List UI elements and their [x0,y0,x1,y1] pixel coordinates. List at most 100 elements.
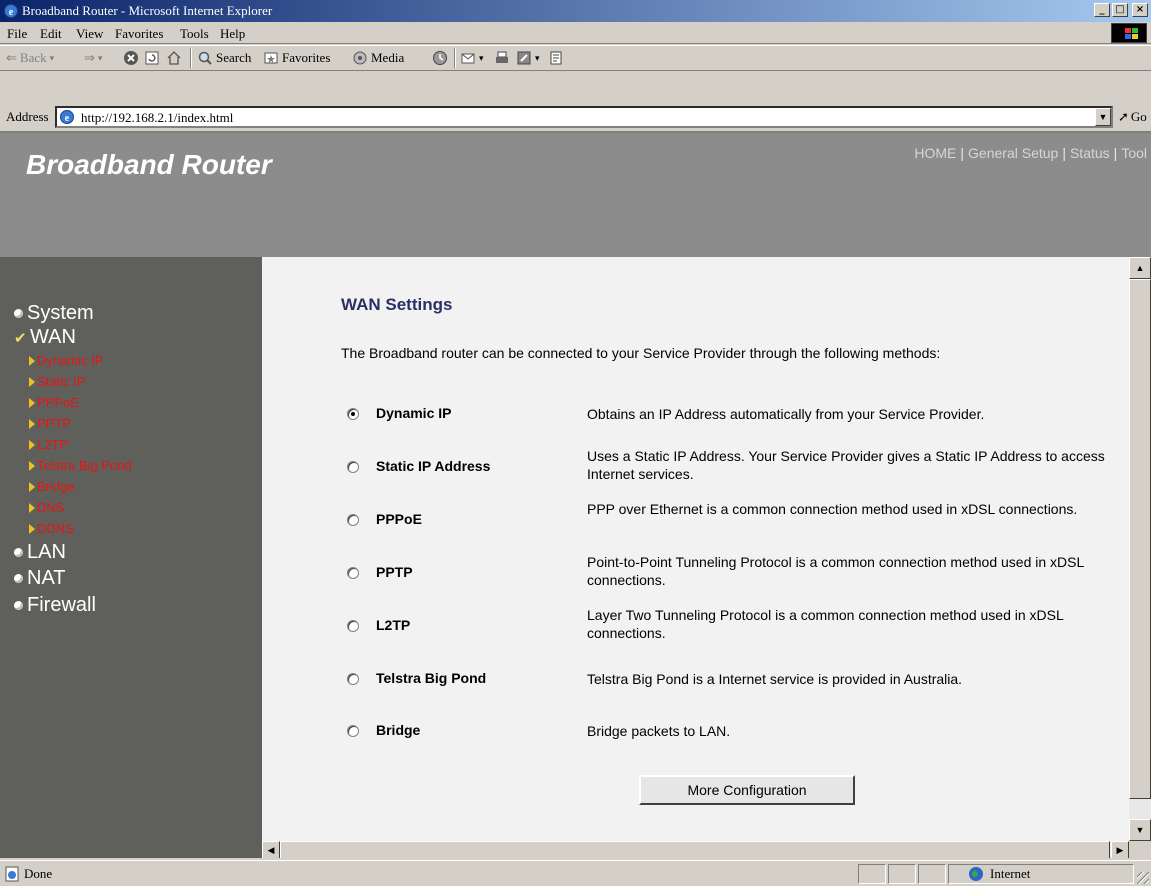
minimize-button[interactable]: _ [1094,3,1110,17]
sidebar-sub-ddns[interactable]: DDNS [29,521,74,536]
sidebar-sub-label: PPPoE [37,395,79,410]
option-description: Obtains an IP Address automatically from… [587,406,985,422]
forward-button[interactable]: ⇒ ▾ [84,50,102,66]
nav-home[interactable]: HOME [914,145,956,161]
address-url: http://192.168.2.1/index.html [81,110,234,125]
sidebar-item-label: Firewall [27,594,96,616]
sidebar-sub-static-ip[interactable]: Static IP [29,374,85,389]
option-description: Layer Two Tunneling Protocol is a common… [587,607,1064,641]
sidebar-sub-label: Bridge [37,479,75,494]
scroll-left-button[interactable]: ◀ [262,841,280,858]
radio-dynamic-ip[interactable] [347,408,359,420]
sidebar-item-wan[interactable]: ✔ WAN [14,326,76,349]
home-button[interactable] [166,50,182,66]
menu-edit[interactable]: Edit [40,26,62,42]
vertical-scrollbar[interactable]: ▲ ▼ [1129,257,1151,841]
radio-pptp[interactable] [347,567,359,579]
radio-pppoe[interactable] [347,514,359,526]
favorites-label: Favorites [282,50,331,65]
sidebar-sub-bridge[interactable]: Bridge [29,479,75,494]
arrow-right-icon [29,355,35,366]
go-button[interactable]: ➚ Go [1118,109,1147,125]
discuss-button[interactable] [548,50,564,66]
history-icon [433,51,447,65]
address-dropdown-button[interactable]: ▼ [1095,108,1111,126]
menu-bar: File Edit View Favorites Tools Help [0,22,1151,44]
menu-favorites[interactable]: Favorites [115,26,163,42]
radio-static-ip[interactable] [347,461,359,473]
horizontal-scroll-thumb[interactable] [280,841,1110,858]
sidebar-item-lan[interactable]: LAN [14,541,66,564]
status-panel [858,864,886,884]
menu-help[interactable]: Help [220,26,245,42]
option-description: Bridge packets to LAN. [587,723,731,739]
sidebar-item-firewall[interactable]: Firewall [14,594,96,617]
page-icon: e [60,110,74,124]
sidebar-sub-pptp[interactable]: PPTP [29,416,71,431]
stop-button[interactable] [123,50,139,66]
print-button[interactable] [494,50,510,66]
home-icon [167,51,181,65]
resize-grip[interactable] [1137,872,1149,884]
option-name: PPPoE [376,511,422,527]
security-zone: Internet [968,866,1030,882]
horizontal-scrollbar[interactable]: ◀ ▶ [262,841,1129,858]
radio-bridge[interactable] [347,725,359,737]
media-button[interactable]: Media [352,50,404,66]
scroll-up-button[interactable]: ▲ [1129,257,1151,279]
menu-file[interactable]: File [7,26,27,42]
history-button[interactable] [432,50,448,66]
back-button[interactable]: ⇐ Back ▾ [6,50,54,66]
refresh-icon [145,51,159,65]
favorites-button[interactable]: Favorites [263,50,330,66]
option-name: L2TP [376,617,411,633]
sidebar-item-nat[interactable]: NAT [14,567,66,590]
go-label: Go [1130,109,1147,124]
back-label: Back [19,50,47,65]
status-bar: Done Internet [0,860,1151,886]
menu-view[interactable]: View [76,26,103,42]
edit-button[interactable]: ▾ [516,50,540,66]
sidebar-item-system[interactable]: System [14,302,94,325]
sidebar-sub-pppoe[interactable]: PPPoE [29,395,79,410]
sidebar-sub-telstra-big-pond[interactable]: Telstra Big Pond [29,458,132,473]
bullet-icon [14,309,23,318]
router-header: Broadband Router HOME | General Setup | Stat… [0,133,1151,257]
search-button[interactable]: Search [197,50,251,66]
scroll-right-button[interactable]: ▶ [1111,841,1129,858]
arrow-right-icon [29,418,35,429]
favorites-icon [264,52,278,64]
option-name: Static IP Address [376,458,491,474]
nav-tool[interactable]: Tool [1121,145,1147,161]
address-label: Address [6,109,49,124]
address-input[interactable]: e http://192.168.2.1/index.html [55,106,1113,128]
svg-text:e: e [9,7,14,18]
vertical-scroll-thumb[interactable] [1129,279,1151,799]
refresh-button[interactable] [144,50,160,66]
radio-telstra-big-pond[interactable] [347,673,359,685]
mail-button[interactable]: ▾ [460,50,484,66]
sidebar-sub-label: DNS [37,500,65,515]
go-arrow-icon: ➚ [1118,109,1129,124]
chevron-down-icon: ▾ [479,52,484,63]
top-navigation: HOME | General Setup | Status | Tool [914,145,1147,161]
page-done-icon [5,866,19,882]
menu-tools[interactable]: Tools [180,26,209,42]
sidebar-sub-dns[interactable]: DNS [29,500,64,515]
nav-general-setup[interactable]: General Setup [968,145,1058,161]
option-name: Telstra Big Pond [376,670,487,686]
close-button[interactable]: × [1132,3,1148,17]
maximize-button[interactable]: □ [1112,3,1128,17]
mail-icon [461,53,475,64]
zone-label: Internet [990,866,1031,881]
discuss-icon [550,51,562,65]
arrow-right-icon [29,439,35,450]
sidebar-sub-dynamic-ip[interactable]: Dynamic IP [29,353,103,368]
radio-l2tp[interactable] [347,620,359,632]
nav-status[interactable]: Status [1070,145,1110,161]
more-configuration-button[interactable]: More Configuration [639,775,855,805]
media-label: Media [371,50,405,65]
scroll-down-button[interactable]: ▼ [1129,819,1151,841]
sidebar-sub-l2tp[interactable]: L2TP [29,437,68,452]
intro-text: The Broadband router can be connected to… [341,345,941,361]
